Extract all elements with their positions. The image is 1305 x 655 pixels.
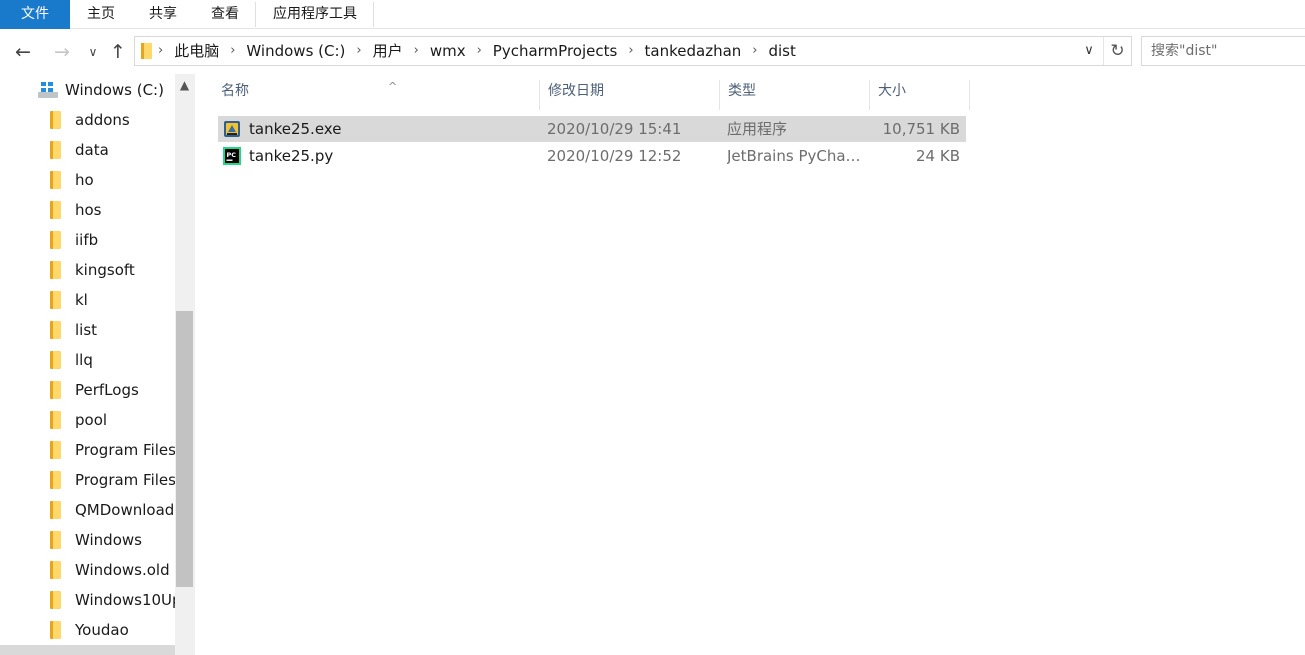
- exe-app-icon: [224, 121, 240, 137]
- ribbon-tabs: 文件 主页 共享 查看 应用程序工具: [0, 0, 1305, 29]
- folder-icon: [50, 471, 61, 489]
- sort-ascending-icon: ^: [388, 80, 398, 93]
- chevron-right-icon[interactable]: ›: [622, 37, 639, 65]
- folder-icon: [50, 261, 61, 279]
- chevron-right-icon[interactable]: ›: [408, 37, 425, 65]
- folder-icon: [50, 441, 61, 459]
- tree-item-data[interactable]: data: [50, 137, 109, 163]
- folder-icon: [50, 351, 61, 369]
- folder-icon: [50, 171, 61, 189]
- tree-item-windows[interactable]: Windows: [50, 527, 142, 553]
- crumb-drive-c[interactable]: Windows (C:): [241, 37, 350, 65]
- tab-home[interactable]: 主页: [70, 0, 132, 29]
- file-row[interactable]: PC tanke25.py 2020/10/29 12:52 JetBrains…: [218, 143, 966, 169]
- folder-icon: [50, 141, 61, 159]
- tree-item-perflogs[interactable]: PerfLogs: [50, 377, 139, 403]
- crumb-tankedazhan[interactable]: tankedazhan: [640, 37, 747, 65]
- tree-item-program-files-x86[interactable]: Program Files: [50, 467, 176, 493]
- chevron-right-icon[interactable]: ›: [746, 37, 763, 65]
- search-input[interactable]: [1142, 37, 1305, 65]
- file-size: 24 KB: [916, 147, 960, 165]
- folder-icon: [50, 111, 61, 129]
- file-size: 10,751 KB: [882, 120, 960, 138]
- folder-icon: [50, 321, 61, 339]
- folder-icon: [50, 201, 61, 219]
- tree-item-windows10upgrade[interactable]: Windows10Up: [50, 587, 182, 613]
- crumb-wmx[interactable]: wmx: [425, 37, 471, 65]
- folder-icon: [141, 43, 152, 59]
- folder-icon: [50, 591, 61, 609]
- folder-icon: [50, 561, 61, 579]
- scrollbar-thumb[interactable]: [176, 311, 193, 587]
- navigation-pane: Windows (C:) addons data ho hos iifb kin…: [0, 74, 194, 655]
- tree-item-drive-c[interactable]: Windows (C:): [38, 78, 164, 102]
- refresh-icon[interactable]: ↻: [1103, 37, 1131, 65]
- svg-text:PC: PC: [227, 151, 237, 159]
- chevron-right-icon[interactable]: ›: [224, 37, 241, 65]
- folder-icon: [50, 621, 61, 639]
- navigation-scrollbar[interactable]: ▲: [175, 74, 194, 655]
- column-header-type[interactable]: 类型: [720, 80, 870, 110]
- tab-share[interactable]: 共享: [132, 0, 194, 29]
- folder-icon: [50, 531, 61, 549]
- folder-icon: [50, 381, 61, 399]
- file-row[interactable]: tanke25.exe 2020/10/29 15:41 应用程序 10,751…: [218, 116, 966, 142]
- file-date: 2020/10/29 15:41: [547, 120, 682, 138]
- address-bar[interactable]: › 此电脑 › Windows (C:) › 用户 › wmx › Pychar…: [134, 36, 1132, 66]
- search-box[interactable]: [1141, 36, 1305, 66]
- up-button[interactable]: ↑: [106, 38, 130, 66]
- file-name: tanke25.exe: [249, 120, 342, 138]
- drive-icon: [38, 82, 58, 98]
- crumb-users[interactable]: 用户: [368, 37, 408, 65]
- recent-locations-button[interactable]: ∨: [84, 38, 102, 66]
- tree-item-hos[interactable]: hos: [50, 197, 102, 223]
- chevron-right-icon[interactable]: ›: [152, 37, 169, 65]
- tree-item-windows-old[interactable]: Windows.old: [50, 557, 170, 583]
- tree-item-ho[interactable]: ho: [50, 167, 94, 193]
- crumb-dist[interactable]: dist: [763, 37, 800, 65]
- file-type: JetBrains PyCharm...: [727, 147, 862, 165]
- folder-icon: [50, 291, 61, 309]
- column-header-date[interactable]: 修改日期: [540, 80, 720, 110]
- tree-item-youdao[interactable]: Youdao: [50, 617, 129, 643]
- crumb-this-pc[interactable]: 此电脑: [169, 37, 224, 65]
- tree-item-label: Windows (C:): [65, 81, 164, 99]
- tree-item-list[interactable]: list: [50, 317, 97, 343]
- column-header-size[interactable]: 大小: [870, 80, 970, 110]
- folder-icon: [50, 411, 61, 429]
- scroll-up-icon[interactable]: ▲: [175, 74, 194, 98]
- tree-item-llq[interactable]: llq: [50, 347, 93, 373]
- tab-app-tools[interactable]: 应用程序工具: [256, 0, 374, 29]
- tree-item-kl[interactable]: kl: [50, 287, 88, 313]
- file-name: tanke25.py: [249, 147, 334, 165]
- crumb-pycharmprojects[interactable]: PycharmProjects: [488, 37, 623, 65]
- tree-item-partial[interactable]: [0, 645, 175, 655]
- folder-icon: [50, 231, 61, 249]
- tree-item-kingsoft[interactable]: kingsoft: [50, 257, 135, 283]
- folder-icon: [50, 501, 61, 519]
- tree-item-pool[interactable]: pool: [50, 407, 107, 433]
- chevron-right-icon[interactable]: ›: [350, 37, 367, 65]
- pycharm-file-icon: PC: [223, 147, 241, 165]
- address-dropdown-icon[interactable]: ∨: [1077, 37, 1101, 65]
- breadcrumb: › 此电脑 › Windows (C:) › 用户 › wmx › Pychar…: [135, 37, 801, 65]
- tree-item-program-files[interactable]: Program Files: [50, 437, 176, 463]
- column-header-name[interactable]: ^ 名称: [213, 80, 540, 110]
- tab-file[interactable]: 文件: [0, 0, 70, 29]
- tree-item-addons[interactable]: addons: [50, 107, 130, 133]
- file-list: ^ 名称 修改日期 类型 大小 tanke25.exe 2020/10/29 1…: [195, 74, 1305, 655]
- file-date: 2020/10/29 12:52: [547, 147, 682, 165]
- tree-item-qmdownload[interactable]: QMDownload: [50, 497, 174, 523]
- tree-item-iifb[interactable]: iifb: [50, 227, 98, 253]
- forward-button[interactable]: →: [49, 38, 75, 66]
- back-button[interactable]: ←: [10, 38, 36, 66]
- file-type: 应用程序: [727, 120, 788, 138]
- tab-view[interactable]: 查看: [194, 0, 256, 29]
- address-row: ← → ∨ ↑ › 此电脑 › Windows (C:) › 用户 › wmx …: [0, 30, 1305, 74]
- chevron-right-icon[interactable]: ›: [471, 37, 488, 65]
